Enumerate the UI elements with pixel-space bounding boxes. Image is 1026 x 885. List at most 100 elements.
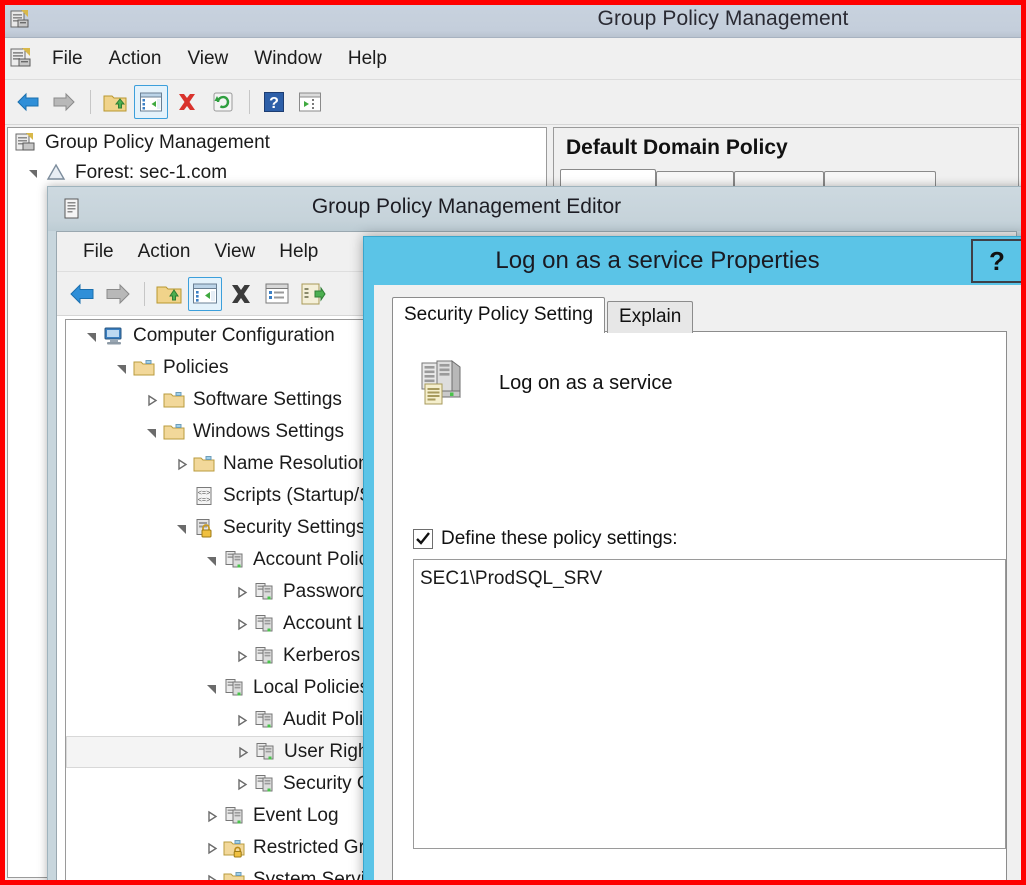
gpm-titlebar[interactable]: Group Policy Management [5, 5, 1021, 38]
back-arrow-icon[interactable] [11, 85, 45, 119]
screenshot-root: Group Policy Management File Action View [0, 0, 1026, 885]
gpm-tree-row[interactable]: Forest: sec-1.com [8, 158, 546, 188]
show-hide-console-tree-icon[interactable] [134, 85, 168, 119]
toolbar-separator [90, 90, 91, 114]
gpm-tree-label: Forest: sec-1.com [75, 162, 228, 183]
gpm-menu-action[interactable]: Action [96, 46, 175, 72]
gpm-menu-view[interactable]: View [174, 46, 241, 72]
toolbar-separator-2 [249, 90, 250, 114]
properties-icon[interactable] [260, 277, 294, 311]
chevron-right-icon[interactable] [200, 874, 222, 884]
policy-icon [252, 613, 276, 635]
policy-icon [222, 805, 246, 827]
gpme-toolbar-separator [144, 281, 145, 306]
folder-icon [132, 357, 156, 379]
folder-icon [162, 389, 186, 411]
chevron-right-icon[interactable] [230, 586, 252, 599]
help-button[interactable]: ? [971, 239, 1023, 283]
gpme-menu-action[interactable]: Action [126, 239, 203, 265]
forward-arrow-icon[interactable] [101, 277, 135, 311]
chevron-right-icon[interactable] [200, 810, 222, 823]
gpme-menu-help[interactable]: Help [267, 239, 330, 265]
gpm-toolbar: ? [5, 80, 1021, 125]
chevron-down-icon[interactable] [170, 522, 192, 535]
chevron-right-icon[interactable] [230, 714, 252, 727]
folder-icon [192, 453, 216, 475]
chevron-down-icon[interactable] [140, 426, 162, 439]
policy-icon [253, 741, 277, 763]
gpme-menu-view[interactable]: View [202, 239, 267, 265]
gpm-tree-row[interactable]: Group Policy Management [8, 128, 546, 158]
chevron-down-icon[interactable] [200, 554, 222, 567]
server-policy-icon [411, 352, 473, 414]
gpme-titlebar[interactable]: Group Policy Management Editor [48, 187, 1025, 231]
policy-members-listbox[interactable]: SEC1\ProdSQL_SRV [413, 559, 1006, 849]
gpme-window-title: Group Policy Management Editor [311, 195, 622, 218]
gpm-menu-help[interactable]: Help [335, 46, 400, 72]
gpm-tree-label: Group Policy Management [45, 132, 270, 153]
folder-icon [162, 421, 186, 443]
security-settings-icon [192, 517, 216, 539]
dialog-client-area: Security Policy Setting Explain Log on a… [374, 285, 1025, 884]
dialog-tabstrip: Security Policy Setting Explain [392, 297, 1007, 333]
chevron-right-icon[interactable] [230, 778, 252, 791]
tree-item-label: Software Settings [193, 389, 342, 410]
tree-item-label: Security Settings [223, 517, 366, 538]
delete-x-icon[interactable] [170, 85, 204, 119]
tree-item-label: Policies [163, 357, 229, 378]
define-policy-settings-checkbox[interactable] [413, 529, 433, 549]
export-list-icon[interactable] [296, 277, 330, 311]
back-arrow-icon[interactable] [65, 277, 99, 311]
show-hide-console-tree-icon[interactable] [188, 276, 222, 311]
delete-x-icon[interactable] [224, 277, 258, 311]
tree-item-label: Windows Settings [193, 421, 345, 442]
tree-item-label: Computer Configuration [133, 325, 335, 346]
svg-text:?: ? [269, 95, 279, 112]
chevron-down-icon[interactable] [80, 330, 102, 343]
tree-item-label: Event Log [253, 805, 339, 826]
dialog-titlebar[interactable]: Log on as a service Properties ? [364, 237, 1025, 285]
computer-icon [102, 325, 126, 347]
tab-security-policy-setting[interactable]: Security Policy Setting [392, 297, 606, 333]
chevron-right-icon[interactable] [230, 650, 252, 663]
define-policy-settings-row[interactable]: Define these policy settings: [413, 528, 678, 550]
policy-icon [252, 581, 276, 603]
policy-icon [252, 773, 276, 795]
chevron-right-icon[interactable] [170, 458, 192, 471]
chevron-right-icon[interactable] [231, 746, 253, 759]
tab-explain[interactable]: Explain [607, 301, 694, 333]
up-folder-icon[interactable] [152, 277, 186, 311]
gpm-menu-items: File Action View Window Help [39, 38, 400, 80]
svg-text:<=>: <=> [198, 497, 211, 505]
chevron-right-icon[interactable] [140, 394, 162, 407]
policy-icon [252, 645, 276, 667]
chevron-down-icon[interactable] [110, 362, 132, 375]
forest-icon [44, 162, 68, 184]
restricted-folder-icon [222, 837, 246, 859]
console-root-icon [14, 132, 38, 154]
gpm-menu-file[interactable]: File [39, 46, 96, 72]
define-policy-settings-label: Define these policy settings: [441, 528, 678, 549]
console-icon-menubar [9, 46, 33, 70]
policy-header: Log on as a service [411, 352, 672, 414]
script-icon: <=> <=> [192, 485, 216, 507]
list-item[interactable]: SEC1\ProdSQL_SRV [414, 560, 1005, 590]
gpm-menu-window[interactable]: Window [241, 46, 335, 72]
gpm-detail-header: Default Domain Policy [554, 128, 1018, 168]
gpme-menu-file[interactable]: File [71, 239, 126, 265]
policy-icon [222, 677, 246, 699]
folder-icon [222, 869, 246, 884]
forward-arrow-icon[interactable] [47, 85, 81, 119]
chevron-right-icon[interactable] [200, 842, 222, 855]
policy-icon [222, 549, 246, 571]
help-icon[interactable]: ? [257, 85, 291, 119]
chevron-right-icon[interactable] [230, 618, 252, 631]
up-folder-icon[interactable] [98, 85, 132, 119]
chevron-down-icon[interactable] [22, 167, 44, 179]
policy-icon [252, 709, 276, 731]
page-title: Default Domain Policy [566, 136, 788, 159]
refresh-icon[interactable] [206, 85, 240, 119]
chevron-down-icon[interactable] [200, 682, 222, 695]
policy-setting-name: Log on as a service [499, 371, 673, 394]
export-list-icon[interactable] [293, 85, 327, 119]
